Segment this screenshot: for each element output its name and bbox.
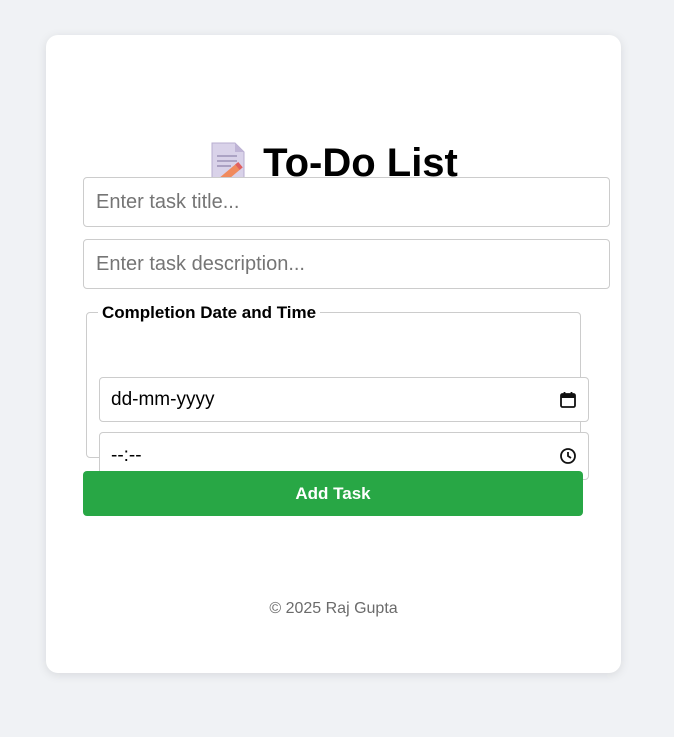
completion-fieldset: Completion Date and Time dd-mm-yyyy --:-… <box>86 302 589 480</box>
date-placeholder: dd-mm-yyyy <box>111 388 215 410</box>
footer-copyright: © 2025 Raj Gupta <box>269 600 398 617</box>
clock-icon[interactable] <box>559 447 577 465</box>
task-description-input[interactable] <box>83 239 610 289</box>
add-task-button[interactable]: Add Task <box>83 471 583 516</box>
completion-legend: Completion Date and Time <box>98 302 321 324</box>
todo-card: To-Do List Completion Date and Time dd-m… <box>46 35 621 673</box>
completion-date-input[interactable]: dd-mm-yyyy <box>99 377 589 422</box>
calendar-icon[interactable] <box>559 391 577 409</box>
task-title-input[interactable] <box>83 177 610 227</box>
time-placeholder: --:-- <box>111 445 142 466</box>
